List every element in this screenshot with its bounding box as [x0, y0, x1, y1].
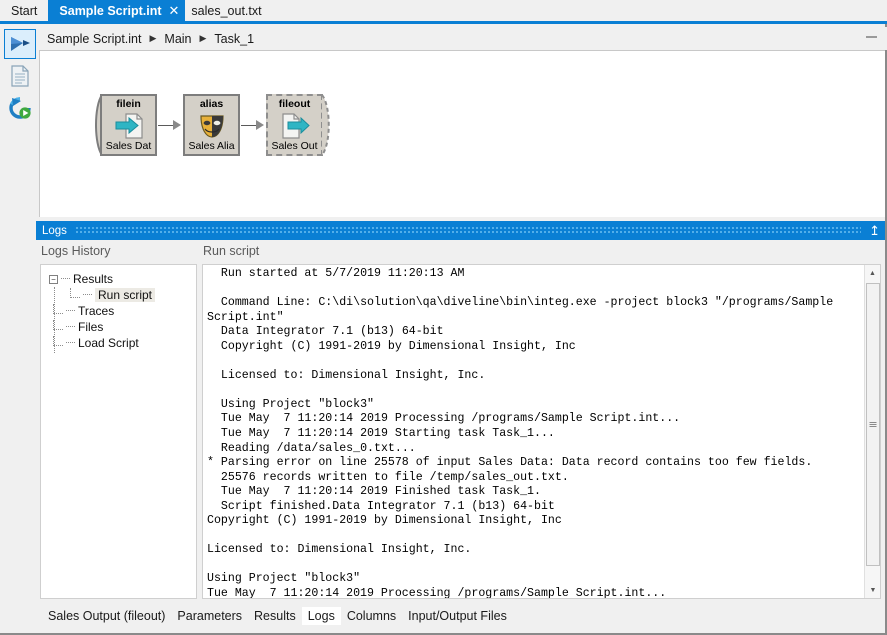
tree-item-label: Load Script	[78, 336, 139, 350]
refresh-history-glyph	[9, 97, 31, 119]
tree-item-label: Files	[78, 320, 103, 334]
logs-dock-header[interactable]: Logs ↥	[36, 221, 885, 240]
document-glyph	[11, 65, 29, 87]
tree-item-label: Run script	[95, 288, 155, 302]
log-output-view[interactable]: Run started at 5/7/2019 11:20:13 AM Comm…	[202, 264, 881, 599]
tree-line	[83, 294, 92, 296]
file-in-icon	[114, 113, 144, 139]
drag-grip-icon[interactable]	[75, 226, 861, 235]
file-in-glyph	[114, 113, 144, 139]
application-window: Start Sample Script.int ✕ sales_out.txt	[0, 0, 887, 635]
tree-item-label: Traces	[78, 304, 114, 318]
node-filein[interactable]: filein Sales Dat	[100, 94, 157, 156]
run-script-glyph	[9, 36, 31, 52]
tab-parameters[interactable]: Parameters	[171, 607, 248, 625]
tree-line	[66, 326, 75, 328]
node-alias[interactable]: alias Sales Alia	[183, 94, 240, 156]
tree-item-run-script[interactable]: Run script	[49, 287, 196, 303]
bulge-glyph	[322, 94, 334, 156]
scrollbar-grip-icon	[870, 422, 877, 428]
node-body: filein Sales Dat	[100, 94, 157, 156]
alias-mask-glyph	[197, 113, 227, 139]
tree-item-label: Results	[73, 272, 113, 286]
connector-arrow-2	[256, 120, 264, 130]
run-script-title: Run script	[203, 244, 259, 258]
scroll-down-icon[interactable]: ▼	[865, 582, 881, 598]
tree-line	[70, 288, 80, 298]
tab-sales-output[interactable]: Sales Output (fileout)	[42, 607, 171, 625]
tab-results[interactable]: Results	[248, 607, 302, 625]
tree-item-results[interactable]: − Results	[49, 271, 196, 287]
tab-sample-script-label: Sample Script.int	[59, 4, 161, 18]
scrollbar-thumb[interactable]	[866, 283, 880, 566]
breadcrumb-item-task[interactable]: Task_1	[214, 32, 254, 46]
logs-dock-title: Logs	[42, 225, 67, 237]
collapse-icon[interactable]: −	[49, 275, 58, 284]
tab-sales-out-label: sales_out.txt	[191, 4, 261, 18]
logs-history-tree[interactable]: − Results Run script Traces	[40, 264, 197, 599]
tool-rail	[0, 27, 39, 218]
minimize-button[interactable]	[866, 36, 877, 38]
document-icon[interactable]	[4, 61, 36, 91]
node-name-label: Sales Dat	[102, 140, 155, 152]
editor-tab-strip: Start Sample Script.int ✕ sales_out.txt	[0, 0, 887, 24]
node-type-label: filein	[102, 98, 155, 110]
tree-line	[66, 310, 75, 312]
run-script-icon[interactable]	[4, 29, 36, 59]
node-body: fileout Sales Out	[266, 94, 323, 156]
tree-item-traces[interactable]: Traces	[49, 303, 196, 319]
logs-history-title: Logs History	[41, 244, 110, 258]
close-icon[interactable]: ✕	[169, 4, 180, 17]
tab-sales-out[interactable]: sales_out.txt	[185, 0, 272, 21]
tree-line	[66, 342, 75, 344]
node-type-label: alias	[185, 98, 238, 110]
node-body: alias Sales Alia	[183, 94, 240, 156]
chevron-right-icon: ▶	[200, 33, 207, 44]
alias-mask-icon	[197, 113, 227, 139]
log-scrollbar[interactable]: ▲ ▼	[864, 265, 880, 598]
tree-item-files[interactable]: Files	[49, 319, 196, 335]
node-name-label: Sales Out	[268, 140, 321, 152]
breadcrumb: Sample Script.int ▶ Main ▶ Task_1	[39, 27, 887, 50]
tab-columns[interactable]: Columns	[341, 607, 402, 625]
breadcrumb-item-script[interactable]: Sample Script.int	[47, 32, 141, 46]
logs-dock: Logs ↥ Logs History Run script − Results	[36, 221, 885, 603]
node-name-label: Sales Alia	[185, 140, 238, 152]
connector-arrow-1	[173, 120, 181, 130]
breadcrumb-item-main[interactable]: Main	[164, 32, 191, 46]
bottom-tab-bar: Sales Output (fileout) Parameters Result…	[36, 605, 885, 627]
file-out-glyph	[280, 113, 310, 139]
logs-dock-body: Logs History Run script − Results Run sc…	[36, 240, 885, 603]
refresh-history-icon[interactable]	[4, 93, 36, 123]
tab-input-output-files[interactable]: Input/Output Files	[402, 607, 513, 625]
pin-icon[interactable]: ↥	[869, 224, 880, 237]
log-output-text: Run started at 5/7/2019 11:20:13 AM Comm…	[207, 267, 862, 599]
chevron-right-icon: ▶	[149, 33, 156, 44]
scroll-up-icon[interactable]: ▲	[865, 265, 880, 281]
script-canvas[interactable]: filein Sales Dat alias	[39, 50, 885, 217]
file-out-icon	[280, 113, 310, 139]
tab-sample-script[interactable]: Sample Script.int ✕	[48, 0, 185, 21]
tree-line	[61, 278, 70, 280]
tab-start-label: Start	[11, 4, 37, 18]
tab-logs[interactable]: Logs	[302, 607, 341, 625]
node-fileout[interactable]: fileout Sales Out	[266, 94, 323, 156]
node-type-label: fileout	[268, 98, 321, 110]
tab-start[interactable]: Start	[0, 0, 48, 21]
tree-item-load-script[interactable]: Load Script	[49, 335, 196, 351]
node-bulge-shape	[322, 94, 332, 156]
